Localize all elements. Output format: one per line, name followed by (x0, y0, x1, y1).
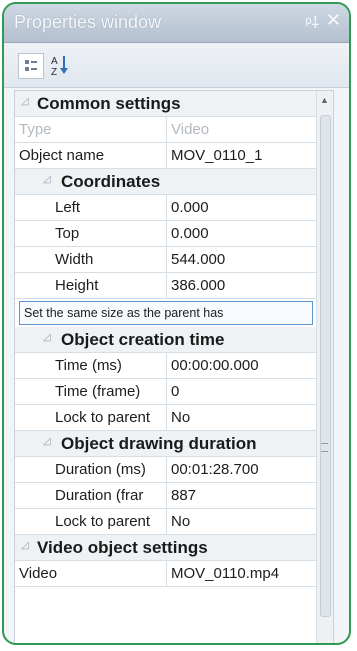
collapse-icon[interactable]: ◿ (43, 175, 53, 185)
property-value: Video (171, 121, 210, 138)
set-parent-size-button[interactable]: Set the same size as the parent has (19, 301, 313, 325)
property-row-video[interactable]: Video MOV_0110.mp4 (15, 561, 333, 587)
property-value[interactable]: 0.000 (171, 221, 315, 246)
title-bar: Properties window ᵖ⸸ ✕ (4, 4, 349, 43)
property-name: Lock to parent (15, 405, 167, 430)
svg-text:A: A (51, 56, 58, 67)
property-name: Left (15, 195, 167, 220)
category-video-object-settings[interactable]: ◿ Video object settings (15, 535, 333, 561)
property-name: Width (15, 247, 167, 272)
category-label: Video object settings (37, 538, 208, 557)
category-common-settings[interactable]: ◿ Common settings (15, 91, 333, 117)
property-row-object-name[interactable]: Object name MOV_0110_1 (15, 143, 333, 169)
property-value[interactable]: 0.000 (171, 195, 315, 220)
category-label: Coordinates (61, 172, 161, 191)
category-label: Object drawing duration (61, 434, 257, 453)
property-name: Time (frame) (15, 379, 167, 404)
category-label: Object creation time (61, 330, 225, 349)
property-value[interactable]: 00:01:28.700 (171, 457, 315, 482)
property-row-left[interactable]: Left 0.000 (15, 195, 333, 221)
property-name: Height (15, 273, 167, 298)
category-coordinates[interactable]: ◿ Coordinates (15, 169, 333, 195)
property-row-duration-ms[interactable]: Duration (ms) 00:01:28.700 (15, 457, 333, 483)
collapse-icon[interactable]: ◿ (43, 437, 53, 447)
grip-icon (321, 443, 328, 452)
property-value[interactable]: 0 (171, 379, 315, 404)
collapse-icon[interactable]: ◿ (21, 541, 31, 551)
scrollbar-thumb[interactable] (320, 115, 331, 617)
vertical-scrollbar[interactable]: ▲ (316, 91, 333, 643)
property-name: Type (15, 117, 167, 142)
category-object-drawing-duration[interactable]: ◿ Object drawing duration (15, 431, 333, 457)
property-row-time-frame[interactable]: Time (frame) 0 (15, 379, 333, 405)
category-object-creation-time[interactable]: ◿ Object creation time (15, 327, 333, 353)
property-row-type: Type Video (15, 117, 333, 143)
collapse-icon[interactable]: ◿ (21, 97, 31, 107)
categorized-view-icon[interactable] (18, 53, 44, 79)
property-name: Time (ms) (15, 353, 167, 378)
property-name: Duration (frar (15, 483, 167, 508)
close-icon[interactable]: ✕ (326, 10, 341, 31)
property-row-width[interactable]: Width 544.000 (15, 247, 333, 273)
svg-text:Z: Z (51, 67, 57, 76)
property-value[interactable]: 00:00:00.000 (171, 353, 315, 378)
property-value[interactable]: MOV_0110_1 (171, 143, 315, 168)
property-row-lock-to-parent[interactable]: Lock to parent No (15, 405, 333, 431)
property-value[interactable]: MOV_0110.mp4 (171, 561, 315, 586)
property-name: Duration (ms) (15, 457, 167, 482)
property-row-top[interactable]: Top 0.000 (15, 221, 333, 247)
property-row-time-ms[interactable]: Time (ms) 00:00:00.000 (15, 353, 333, 379)
toolbar: A Z (4, 43, 349, 88)
window-title: Properties window (14, 12, 162, 32)
property-value[interactable]: No (171, 509, 315, 534)
property-value[interactable]: 544.000 (171, 247, 315, 272)
collapse-icon[interactable]: ◿ (43, 333, 53, 343)
property-row-lock-to-parent-2[interactable]: Lock to parent No (15, 509, 333, 535)
property-value[interactable]: 386.000 (171, 273, 315, 298)
property-value[interactable]: 887 (171, 483, 315, 508)
property-name: Top (15, 221, 167, 246)
category-label: Common settings (37, 94, 181, 113)
pin-icon[interactable]: ᵖ⸸ (305, 11, 319, 33)
property-name: Video (15, 561, 167, 586)
sort-alphabetical-icon[interactable]: A Z (48, 53, 72, 77)
scroll-up-icon[interactable]: ▲ (320, 95, 329, 105)
property-name: Lock to parent (15, 509, 167, 534)
property-grid: ◿ Common settings Type Video Object name… (14, 90, 334, 643)
property-name: Object name (15, 143, 167, 168)
property-value[interactable]: No (171, 405, 315, 430)
properties-window: Properties window ᵖ⸸ ✕ A Z ◿ Common sett… (2, 2, 351, 645)
property-row-height[interactable]: Height 386.000 (15, 273, 333, 299)
property-row-duration-frame[interactable]: Duration (frar 887 (15, 483, 333, 509)
